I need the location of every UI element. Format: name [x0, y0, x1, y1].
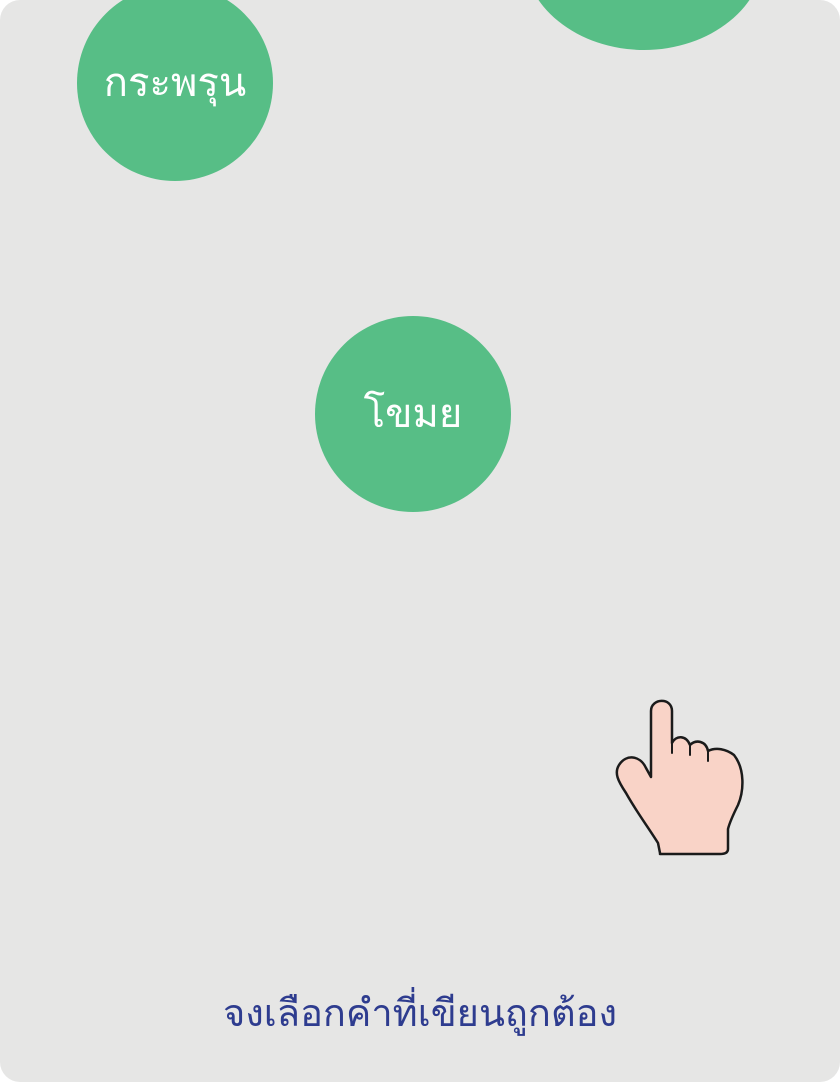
word-bubble-partial[interactable] [523, 0, 765, 50]
word-bubble-label: กระพรุน [103, 60, 247, 106]
game-board: กระพรุน โขมย จงเลือกคำที่เขียนถูกต้อง [0, 0, 840, 1082]
word-bubble-krapurun[interactable]: กระพรุน [77, 0, 273, 181]
word-bubble-khamoei[interactable]: โขมย [315, 316, 511, 512]
pointing-hand-icon [615, 699, 744, 856]
word-bubble-label: โขมย [363, 391, 463, 437]
instruction-text: จงเลือกคำที่เขียนถูกต้อง [222, 991, 617, 1035]
